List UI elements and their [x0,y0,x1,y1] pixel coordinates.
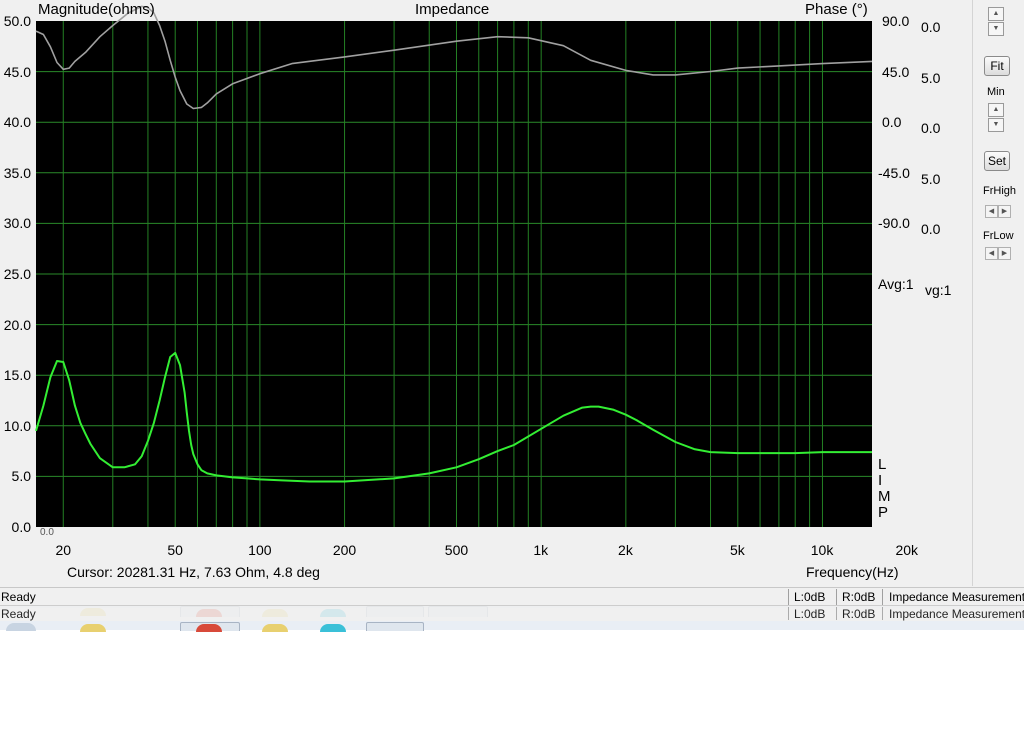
taskbar-yellow-icon-dup[interactable] [262,624,288,632]
limp-letter-l: L [878,456,887,473]
phase-tick-label: -45.0 [878,164,910,181]
frlow-left-arrow-icon[interactable]: ◀ [985,247,998,260]
status-left-level-dup: L:0dB [794,607,826,621]
x-tick-label: 100 [248,542,272,558]
impedance-plot[interactable] [0,0,972,586]
x-tick-label: 20k [895,542,919,558]
x-tick-label: 10k [810,542,834,558]
limp-letter-p: P [878,504,889,521]
x-tick-label: 5k [729,542,745,558]
frlow-label: FrLow [983,230,1014,242]
y-tick-label: 0.0 [11,519,31,535]
y-tick-label: 50.0 [3,13,31,29]
status-ready: Ready [1,590,36,604]
x-tick-label: 20 [55,542,72,558]
y-tick-label: 15.0 [3,367,31,384]
x-tick-label: 1k [533,542,549,558]
y-tick-label: 25.0 [3,266,31,282]
min-up-arrow-icon[interactable]: ▲ [988,103,1004,117]
ghost-tick-label: 0.0 [921,19,941,35]
limp-letter-m: M [878,488,891,505]
taskbar-cyan-icon-dup[interactable] [320,624,346,632]
ghost-tick-label: 5.0 [921,69,941,86]
x-tick-label: 50 [167,542,183,558]
status-ready-dup: Ready [1,607,36,621]
left-axis-title: Magnitude(ohms) [38,1,155,18]
right-axis-title: Phase (°) [805,1,868,18]
y-tick-label: 20.0 [3,316,31,333]
fit-button[interactable]: Fit [984,56,1010,76]
x-axis-title: Frequency(Hz) [806,564,899,580]
y-tick-label: 35.0 [3,164,31,181]
status-left-level: L:0dB [794,590,826,604]
y-tick-label: 5.0 [11,468,31,485]
avg-label: Avg:1 [878,276,914,292]
ghost-tick-label: 0.0 [921,221,941,237]
status-mode: Impedance Measurement [889,590,1024,604]
set-button[interactable]: Set [984,151,1010,171]
phase-tick-label: 45.0 [882,63,910,80]
start-button-icon[interactable] [6,623,36,631]
y-tick-label: 10.0 [3,417,31,434]
taskbar-button-dup[interactable] [366,622,424,631]
limp-letter-i: I [878,472,883,489]
taskbar-red-icon-dup[interactable] [196,624,222,632]
min-down-arrow-icon[interactable]: ▼ [988,118,1004,132]
y-tick-label: 30.0 [3,215,31,232]
up-arrow-icon[interactable]: ▲ [988,7,1004,21]
taskbar-app-icon-dup[interactable] [80,624,106,632]
x-tick-label: 500 [444,542,469,558]
frlow-right-arrow-icon[interactable]: ▶ [998,247,1011,260]
x-tick-label: 200 [332,542,357,558]
phase-tick-label: 90.0 [882,13,910,29]
x-tick-label: 2k [618,542,633,558]
avg-label-clipped: vg:1 [925,282,952,298]
phase-tick-label: -90.0 [878,215,910,231]
ghost-tick-label: 0.0 [921,120,941,136]
y-tick-label: 40.0 [3,114,31,131]
status-mode-dup: Impedance Measurement [889,607,1024,621]
frhigh-right-arrow-icon[interactable]: ▶ [998,205,1011,218]
cursor-readout: Cursor: 20281.31 Hz, 7.63 Ohm, 4.8 deg [67,564,320,580]
status-bar: Ready L:0dB R:0dB Impedance Measurement [0,587,1024,606]
min-label: Min [987,86,1005,98]
phase-tick-label: 0.0 [882,114,902,130]
ghost-tick-label: 5.0 [921,170,941,187]
axis-fragment-label: 0.0 [40,527,54,538]
app-window: Magnitude(ohms) Impedance Phase (°) 0.0 5… [0,0,1024,632]
frhigh-label: FrHigh [983,185,1017,197]
status-right-level-dup: R:0dB [842,607,876,621]
chart-title: Impedance [415,1,490,18]
y-tick-label: 45.0 [3,63,31,80]
frhigh-left-arrow-icon[interactable]: ◀ [985,205,998,218]
status-right-level: R:0dB [842,590,876,604]
taskbar-strip-bottom [0,621,1024,630]
down-arrow-icon[interactable]: ▼ [988,22,1004,36]
side-panel: ▲ ▼ Fit Min ▲ ▼ Set FrHigh ◀ ▶ FrLow ◀ ▶ [972,0,1024,586]
status-bar-duplicate: Ready L:0dB R:0dB Impedance Measurement [0,605,1024,621]
